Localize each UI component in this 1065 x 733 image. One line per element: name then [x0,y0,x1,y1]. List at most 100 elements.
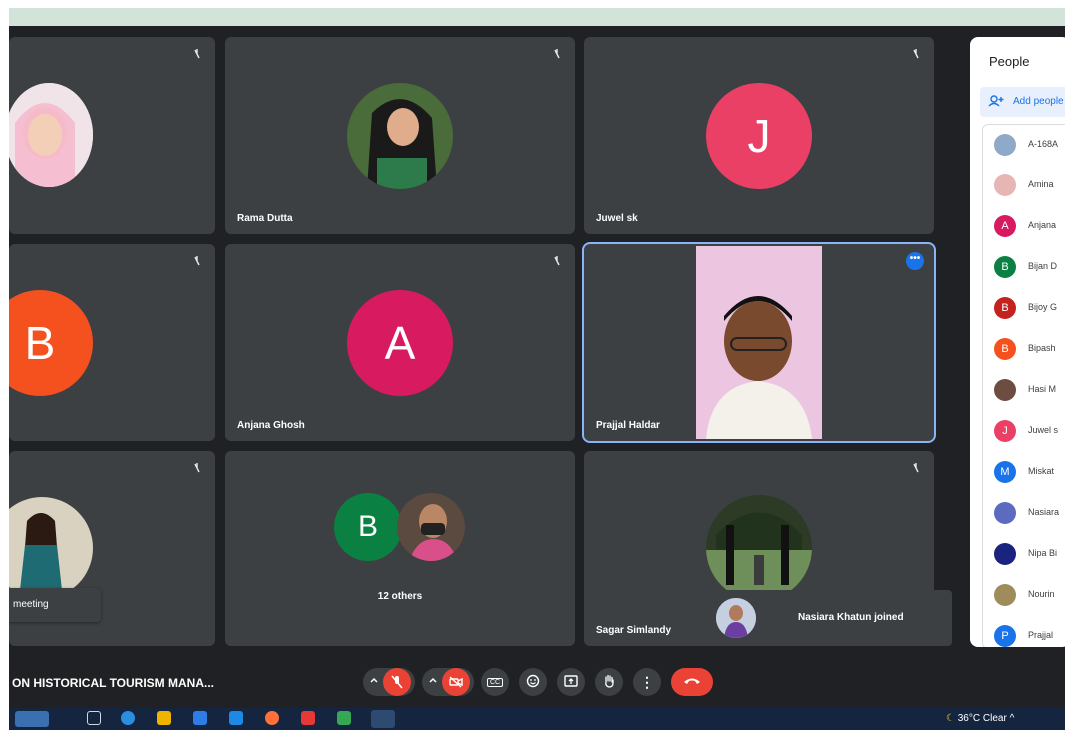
participant-name: Prajjal [1028,630,1054,640]
participant-name: Juwel sk [596,213,638,224]
avatar [994,379,1016,401]
muted-mic-icon [910,461,922,473]
people-panel: People Add people A-168A Amina A Anjana B… [970,37,1065,647]
list-item[interactable]: B Bijan D [983,252,1065,282]
participant-tile-8[interactable]: B 12 others [225,451,575,646]
participant-tile-3[interactable]: J Juwel sk [584,37,934,234]
list-item[interactable]: P Prajjal [983,621,1065,647]
meeting-controls-bar: ON HISTORICAL TOURISM MANA... CC ⋮ [9,656,1065,708]
edge-icon[interactable] [121,711,135,725]
list-item[interactable]: Nasiara [983,498,1065,528]
avatar-initial: B [9,290,93,396]
avatar [994,584,1016,606]
leave-call-button[interactable] [671,668,713,696]
participant-video [696,246,822,439]
mail-icon[interactable] [229,711,243,725]
chrome-icon[interactable] [371,710,395,728]
chevron-up-icon[interactable]: ^ [1010,713,1015,724]
avatar: B [994,256,1016,278]
avatar: B [994,338,1016,360]
participant-tile-2[interactable]: Rama Dutta [225,37,575,234]
camera-toggle-button[interactable] [422,668,474,696]
avatar-photo [9,497,93,599]
list-item[interactable]: M Miskat [983,457,1065,487]
participant-list: A-168A Amina A Anjana B Bijan D B Bijoy G B… [982,124,1065,647]
add-person-icon [988,95,1004,110]
participant-tile-4[interactable]: B [9,244,215,441]
list-item[interactable]: Nourin [983,580,1065,610]
emoji-button[interactable] [519,668,547,696]
list-item[interactable]: B Bijoy G [983,293,1065,323]
file-explorer-icon[interactable] [157,711,171,725]
add-people-label: Add people [1013,96,1064,107]
participant-name: Bijoy G [1028,302,1058,312]
app-icon[interactable] [301,711,315,725]
participant-name: Nipa Bi [1028,548,1058,558]
participant-name: Miskat [1028,466,1055,476]
notification-text: Nasiara Khatun joined [798,612,904,623]
muted-mic-icon [191,254,203,266]
browser-top-strip [9,8,1065,26]
avatar: A [994,215,1016,237]
hand-icon [603,674,615,691]
avatar: P [994,625,1016,647]
join-notification: Nasiara Khatun joined [686,590,952,646]
muted-mic-icon [191,461,203,473]
avatar [994,174,1016,196]
search-widget-icon[interactable] [15,711,49,727]
weather-status: ☾ 36°C Clear ^ [946,713,1014,724]
participant-tile-5[interactable]: A Anjana Ghosh [225,244,575,441]
people-panel-title: People [989,54,1030,69]
avatar [994,543,1016,565]
participant-name: Prajjal Haldar [596,420,660,431]
firefox-icon[interactable] [265,711,279,725]
weather-text: 36°C Clear [957,713,1007,724]
more-vert-icon: ⋮ [640,673,654,690]
avatar-initial: B [334,493,402,561]
store-icon[interactable] [193,711,207,725]
captions-button[interactable]: CC [481,668,509,696]
participant-name: Nasiara [1028,507,1060,517]
emoji-icon [526,674,540,691]
hang-up-icon [683,676,701,688]
avatar: J [994,420,1016,442]
list-item[interactable]: Hasi M [983,375,1065,405]
participant-name: A-168A [1028,139,1059,149]
os-taskbar: ☾ 36°C Clear ^ [9,708,1065,730]
captions-icon: CC [486,677,504,687]
list-item[interactable]: A Anjana [983,211,1065,241]
raise-hand-button[interactable] [595,668,623,696]
avatar-photo [347,83,453,189]
add-people-button[interactable]: Add people [980,87,1065,117]
participant-tile-1[interactable] [9,37,215,234]
participant-name: Hasi M [1028,384,1057,394]
mic-toggle-button[interactable] [363,668,415,696]
participant-name: Nourin [1028,589,1055,599]
list-item[interactable]: Amina [983,170,1065,200]
list-item[interactable]: J Juwel s [983,416,1065,446]
muted-mic-icon [910,47,922,59]
avatar-initial: J [706,83,812,189]
task-view-icon[interactable] [87,711,101,725]
present-screen-button[interactable] [557,668,585,696]
participant-name: Rama Dutta [237,213,293,224]
meeting-title: ON HISTORICAL TOURISM MANA... [12,676,215,690]
participant-tile-6[interactable]: ••• Prajjal Haldar [582,242,936,443]
list-item[interactable]: A-168A [983,130,1065,160]
more-options-button[interactable]: ⋮ [633,668,661,696]
present-icon [564,674,578,690]
more-options-icon[interactable]: ••• [906,252,924,270]
participant-name: Bipash [1028,343,1056,353]
screenshot-frame: Rama Dutta J Juwel sk B A Anjana Ghosh •… [0,0,1065,733]
chevron-up-icon [428,675,438,688]
muted-mic-icon [551,254,563,266]
mic-off-icon [383,668,411,696]
avatar-photo [9,83,93,187]
participant-name: Anjana Ghosh [237,420,305,431]
list-item[interactable]: Nipa Bi [983,539,1065,569]
avatar-photo [706,495,812,601]
avatar: M [994,461,1016,483]
muted-mic-icon [191,47,203,59]
drive-icon[interactable] [337,711,351,725]
list-item[interactable]: B Bipash [983,334,1065,364]
